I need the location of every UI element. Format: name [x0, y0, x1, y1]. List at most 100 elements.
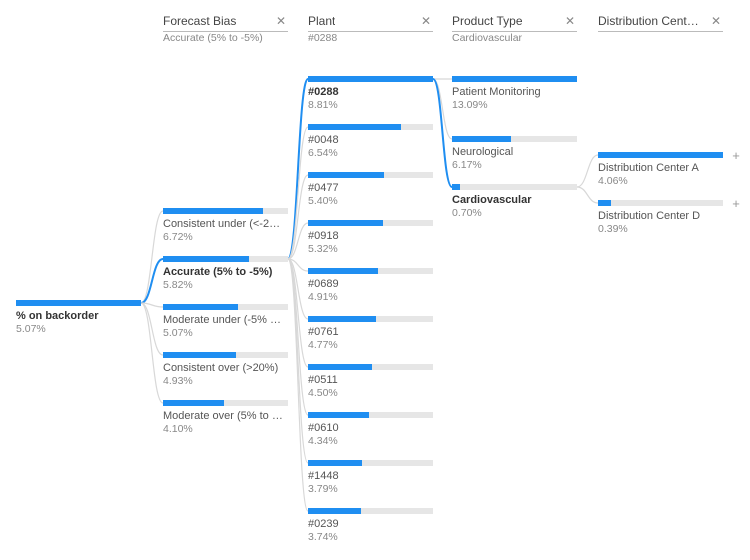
node-plant-5[interactable]: #07614.77% — [308, 316, 433, 351]
node-label: Moderate over (5% to … — [163, 410, 288, 422]
node-value: 4.93% — [163, 375, 288, 387]
expand-icon[interactable]: + — [729, 198, 743, 212]
bar-track — [452, 136, 577, 142]
bar-track — [308, 268, 433, 274]
connector — [288, 259, 308, 367]
bar-track — [163, 208, 288, 214]
node-root[interactable]: % on backorder5.07% — [16, 300, 141, 335]
bar-fill — [308, 268, 378, 274]
column-title: Distribution Cent… — [598, 14, 699, 28]
node-value: 5.07% — [163, 327, 288, 339]
connector — [288, 259, 308, 511]
connector — [288, 223, 308, 259]
node-value: 4.77% — [308, 339, 433, 351]
bar-track — [163, 256, 288, 262]
close-icon[interactable]: ✕ — [563, 14, 577, 28]
close-icon[interactable]: ✕ — [709, 14, 723, 28]
node-value: 3.74% — [308, 531, 433, 543]
bar-fill — [598, 152, 723, 158]
bar-track — [308, 460, 433, 466]
node-forecast-4[interactable]: Moderate over (5% to …4.10% — [163, 400, 288, 435]
column-title: Forecast Bias — [163, 14, 236, 28]
node-forecast-2[interactable]: Moderate under (-5% …5.07% — [163, 304, 288, 339]
connector — [433, 79, 452, 187]
column-subtitle: Cardiovascular — [452, 32, 577, 44]
connector — [288, 259, 308, 271]
node-value: 6.17% — [452, 159, 577, 171]
bar-fill — [308, 460, 362, 466]
node-label: % on backorder — [16, 310, 141, 322]
node-product-1[interactable]: Neurological6.17% — [452, 136, 577, 171]
connector — [288, 175, 308, 259]
node-plant-9[interactable]: #02393.74% — [308, 508, 433, 543]
node-plant-4[interactable]: #06894.91% — [308, 268, 433, 303]
node-value: 5.82% — [163, 279, 288, 291]
node-value: 6.54% — [308, 147, 433, 159]
node-label: Distribution Center A — [598, 162, 723, 174]
column-header-forecast-bias[interactable]: Forecast Bias ✕ — [163, 14, 288, 32]
node-plant-2[interactable]: #04775.40% — [308, 172, 433, 207]
node-plant-1[interactable]: #00486.54% — [308, 124, 433, 159]
connector — [577, 187, 598, 203]
node-value: 4.06% — [598, 175, 723, 187]
node-value: 5.07% — [16, 323, 141, 335]
node-product-0[interactable]: Patient Monitoring13.09% — [452, 76, 577, 111]
connector — [141, 211, 163, 303]
bar-track — [308, 172, 433, 178]
bar-track — [308, 76, 433, 82]
node-forecast-0[interactable]: Consistent under (<-2…6.72% — [163, 208, 288, 243]
column-header-distribution-cent-[interactable]: Distribution Cent… ✕ — [598, 14, 723, 32]
node-dist-0[interactable]: Distribution Center A4.06% — [598, 152, 723, 187]
node-value: 0.39% — [598, 223, 723, 235]
bar-fill — [163, 304, 238, 310]
bar-fill — [163, 208, 263, 214]
close-icon[interactable]: ✕ — [274, 14, 288, 28]
node-value: 6.72% — [163, 231, 288, 243]
node-label: Cardiovascular — [452, 194, 577, 206]
node-label: #0918 — [308, 230, 433, 242]
node-product-2[interactable]: Cardiovascular0.70% — [452, 184, 577, 219]
connector — [288, 127, 308, 259]
node-value: 4.10% — [163, 423, 288, 435]
connector — [288, 259, 308, 463]
node-value: 5.32% — [308, 243, 433, 255]
node-plant-7[interactable]: #06104.34% — [308, 412, 433, 447]
connector — [288, 259, 308, 415]
node-value: 0.70% — [452, 207, 577, 219]
bar-track — [308, 220, 433, 226]
node-label: #0288 — [308, 86, 433, 98]
column-header-plant[interactable]: Plant✕ — [308, 14, 433, 32]
node-forecast-3[interactable]: Consistent over (>20%)4.93% — [163, 352, 288, 387]
node-label: #0761 — [308, 326, 433, 338]
bar-fill — [308, 76, 433, 82]
bar-fill — [452, 76, 577, 82]
column-title: Product Type — [452, 14, 523, 28]
bar-fill — [308, 220, 383, 226]
bar-track — [163, 304, 288, 310]
node-forecast-1[interactable]: Accurate (5% to -5%)5.82% — [163, 256, 288, 291]
node-plant-6[interactable]: #05114.50% — [308, 364, 433, 399]
bar-track — [308, 316, 433, 322]
close-icon[interactable]: ✕ — [419, 14, 433, 28]
bar-fill — [308, 172, 384, 178]
node-plant-8[interactable]: #14483.79% — [308, 460, 433, 495]
bar-track — [308, 412, 433, 418]
expand-icon[interactable]: + — [729, 150, 743, 164]
column-header-product-type[interactable]: Product Type ✕ — [452, 14, 577, 32]
bar-fill — [163, 400, 224, 406]
node-value: 4.34% — [308, 435, 433, 447]
connector — [141, 303, 163, 307]
node-plant-0[interactable]: #02888.81% — [308, 76, 433, 111]
node-value: 4.91% — [308, 291, 433, 303]
bar-fill — [598, 200, 611, 206]
node-value: 5.40% — [308, 195, 433, 207]
node-label: Distribution Center D — [598, 210, 723, 222]
bar-track — [16, 300, 141, 306]
connector — [433, 79, 452, 139]
bar-fill — [16, 300, 141, 306]
bar-fill — [308, 412, 369, 418]
node-label: #0610 — [308, 422, 433, 434]
node-dist-1[interactable]: Distribution Center D0.39% — [598, 200, 723, 235]
connector — [141, 259, 163, 303]
node-plant-3[interactable]: #09185.32% — [308, 220, 433, 255]
